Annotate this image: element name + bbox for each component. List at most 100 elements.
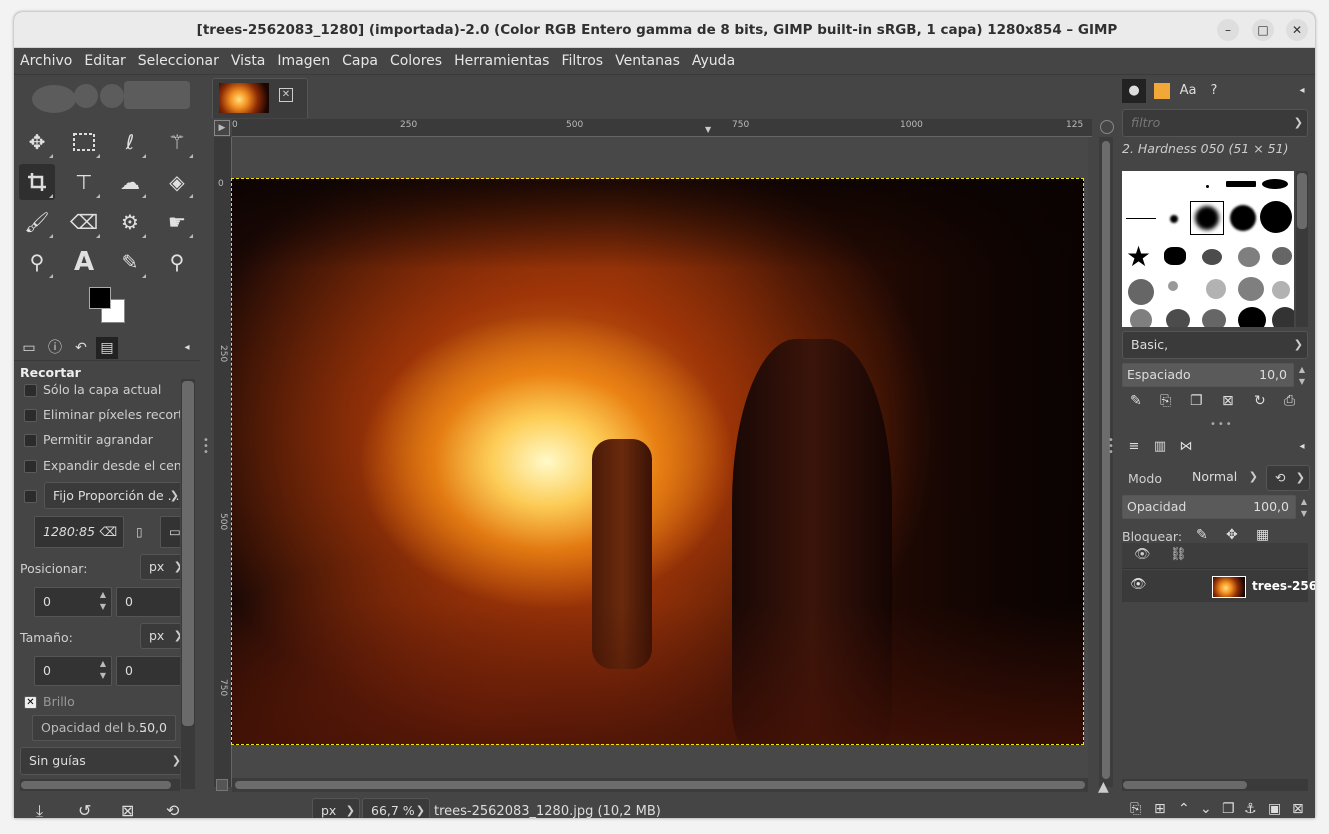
navigate-icon[interactable]: ▲ <box>1098 779 1109 795</box>
quick-mask-icon[interactable]: ▶ <box>214 120 230 136</box>
fixed-aspect-combo[interactable]: Fijo Proporción de ... ❯ <box>44 482 180 509</box>
bucket-fill-tool-icon[interactable]: ◈ <box>159 164 195 200</box>
brush-spacing-slider[interactable]: Espaciado 10,0 <box>1122 363 1294 387</box>
save-options-icon[interactable]: ⤓ <box>36 801 43 818</box>
spacing-stepper[interactable]: ▲ ▼ <box>1294 364 1310 388</box>
new-layer-icon[interactable]: ⎘ <box>1130 801 1141 817</box>
brushes-tab-icon[interactable]: ● <box>1122 79 1146 103</box>
close-button[interactable]: ✕ <box>1286 19 1308 41</box>
maximize-button[interactable]: □ <box>1252 19 1274 41</box>
text-tool-icon[interactable]: A <box>66 244 102 280</box>
menu-seleccionar[interactable]: Seleccionar <box>132 48 225 75</box>
size-unit-combo[interactable]: px❯ <box>140 623 180 649</box>
menu-imagen[interactable]: Imagen <box>271 48 336 75</box>
canvas-horizontal-scrollbar[interactable] <box>232 778 1088 792</box>
fg-bg-colors[interactable] <box>87 285 129 327</box>
position-unit-combo[interactable]: px❯ <box>140 554 180 580</box>
delete-options-icon[interactable]: ⊠ <box>121 801 134 818</box>
menu-colores[interactable]: Colores <box>384 48 448 75</box>
horizontal-ruler[interactable]: 0 250 500 750 1000 125 ▼ <box>232 119 1092 137</box>
images-tab-icon[interactable]: ▤ <box>96 337 118 359</box>
layer-opacity-slider[interactable]: Opacidad 100,0 <box>1122 495 1296 519</box>
menu-herramientas[interactable]: Herramientas <box>448 48 555 75</box>
edit-brush-icon[interactable]: ✎ <box>1130 393 1142 409</box>
dock-separator-handle[interactable]: ••• <box>1108 436 1114 458</box>
layer-mask-icon[interactable]: ▣ <box>1268 801 1281 817</box>
layer-visibility-icon[interactable]: 👁 <box>1130 577 1147 592</box>
duplicate-layer-icon[interactable]: ❐ <box>1222 801 1235 817</box>
quick-mask-toggle-icon[interactable] <box>216 779 228 791</box>
duplicate-brush-icon[interactable]: ❐ <box>1190 393 1203 409</box>
tool-options-tab-icon[interactable]: ▭ <box>18 337 40 359</box>
eraser-tool-icon[interactable]: ⌫ <box>66 204 102 240</box>
warp-transform-tool-icon[interactable]: ☁ <box>112 164 148 200</box>
canvas-vertical-scrollbar[interactable] <box>1099 137 1113 787</box>
canvas-image[interactable] <box>231 178 1084 745</box>
rect-select-tool-icon[interactable] <box>66 124 102 160</box>
landscape-icon[interactable]: ▭ <box>160 516 180 548</box>
brush-grid[interactable]: ★ <box>1122 171 1294 327</box>
brush-grid-scrollbar[interactable] <box>1296 171 1308 327</box>
portrait-icon[interactable]: ▯ <box>136 525 143 539</box>
unified-transform-tool-icon[interactable]: ⊤ <box>66 164 102 200</box>
dock-menu-icon[interactable]: ◂ <box>1290 435 1314 459</box>
image-tab[interactable]: ✕ <box>212 78 308 118</box>
lock-alpha-icon[interactable]: ▦ <box>1256 527 1269 543</box>
scrollbar-thumb[interactable] <box>1297 173 1307 229</box>
lock-position-icon[interactable]: ✥ <box>1226 527 1238 543</box>
expand-center-checkbox[interactable] <box>24 460 37 473</box>
clone-tool-icon[interactable]: ⚙ <box>112 204 148 240</box>
menu-editar[interactable]: Editar <box>78 48 131 75</box>
smudge-tool-icon[interactable]: ☛ <box>159 204 195 240</box>
dock-menu-icon[interactable]: ◂ <box>176 337 198 359</box>
lasso-tool-icon[interactable]: ℓ <box>112 124 148 160</box>
color-picker-tool-icon[interactable]: ✎ <box>112 244 148 280</box>
aspect-value-field[interactable]: 1280:85 ⌫ <box>34 516 124 548</box>
anchor-layer-icon[interactable]: ⚓ <box>1244 801 1257 817</box>
tool-options-scrollbar[interactable] <box>181 379 195 789</box>
restore-options-icon[interactable]: ↺ <box>78 801 91 818</box>
scrollbar-thumb[interactable] <box>235 781 1085 789</box>
menu-ventanas[interactable]: Ventanas <box>609 48 686 75</box>
reset-options-icon[interactable]: ⟲ <box>166 801 179 818</box>
zoom-tool-icon[interactable]: ⚲ <box>159 244 195 280</box>
dock-separator-handle[interactable]: ••• <box>1210 419 1234 430</box>
lower-layer-icon[interactable]: ⌄ <box>1200 801 1212 817</box>
brush-filter-input[interactable]: filtro ❯ <box>1122 109 1308 137</box>
allow-growing-checkbox[interactable] <box>24 434 37 447</box>
opacity-stepper[interactable]: ▲ ▼ <box>1296 496 1312 520</box>
vertical-ruler[interactable]: 0 250 500 750 <box>214 137 232 787</box>
size-width-stepper[interactable]: ▲ ▼ <box>95 658 111 682</box>
fixed-aspect-checkbox[interactable] <box>24 490 37 503</box>
mode-switch-combo[interactable]: ⟲ ❯ <box>1266 465 1310 491</box>
help-tab-icon[interactable]: ? <box>1202 79 1226 103</box>
device-status-tab-icon[interactable]: ⓘ <box>44 337 66 359</box>
delete-brush-icon[interactable]: ⊠ <box>1222 393 1234 409</box>
dock-menu-icon[interactable]: ◂ <box>1290 79 1314 103</box>
close-image-icon[interactable]: ✕ <box>279 88 293 102</box>
unit-combo[interactable]: px ❯ <box>312 798 360 818</box>
highlight-checkbox[interactable]: ✕ <box>24 696 37 709</box>
layer-mode-combo[interactable]: Normal ❯ <box>1184 465 1262 491</box>
position-y-field[interactable]: 0 <box>116 587 180 617</box>
new-layer-group-icon[interactable]: ⊞ <box>1154 801 1166 817</box>
minimize-button[interactable]: – <box>1217 19 1239 41</box>
size-height-field[interactable]: 0 <box>116 656 180 686</box>
brush-as-image-icon[interactable]: ⎙ <box>1284 393 1295 409</box>
zoom-combo[interactable]: 66,7 % ❯ <box>362 798 430 818</box>
new-brush-icon[interactable]: ⎘ <box>1160 393 1171 409</box>
refresh-brushes-icon[interactable]: ↻ <box>1254 393 1266 409</box>
clear-field-icon[interactable]: ⌫ <box>99 517 117 547</box>
undo-history-tab-icon[interactable]: ↶ <box>70 337 92 359</box>
zoom-fit-icon[interactable] <box>1100 120 1114 134</box>
scrollbar-thumb[interactable] <box>1102 141 1110 779</box>
lock-pixels-icon[interactable]: ✎ <box>1196 527 1208 543</box>
highlight-opacity-slider[interactable]: Opacidad del b... 50,0 <box>32 715 176 741</box>
layers-hscrollbar[interactable] <box>1122 779 1308 791</box>
menu-capa[interactable]: Capa <box>336 48 384 75</box>
menu-vista[interactable]: Vista <box>225 48 272 75</box>
raise-layer-icon[interactable]: ⌃ <box>1178 801 1190 817</box>
layer-row[interactable]: 👁 trees-2562 <box>1122 570 1315 602</box>
layers-tab-icon[interactable]: ≡ <box>1122 435 1146 459</box>
brush-tag-combo[interactable]: Basic, ❯ <box>1122 331 1308 359</box>
